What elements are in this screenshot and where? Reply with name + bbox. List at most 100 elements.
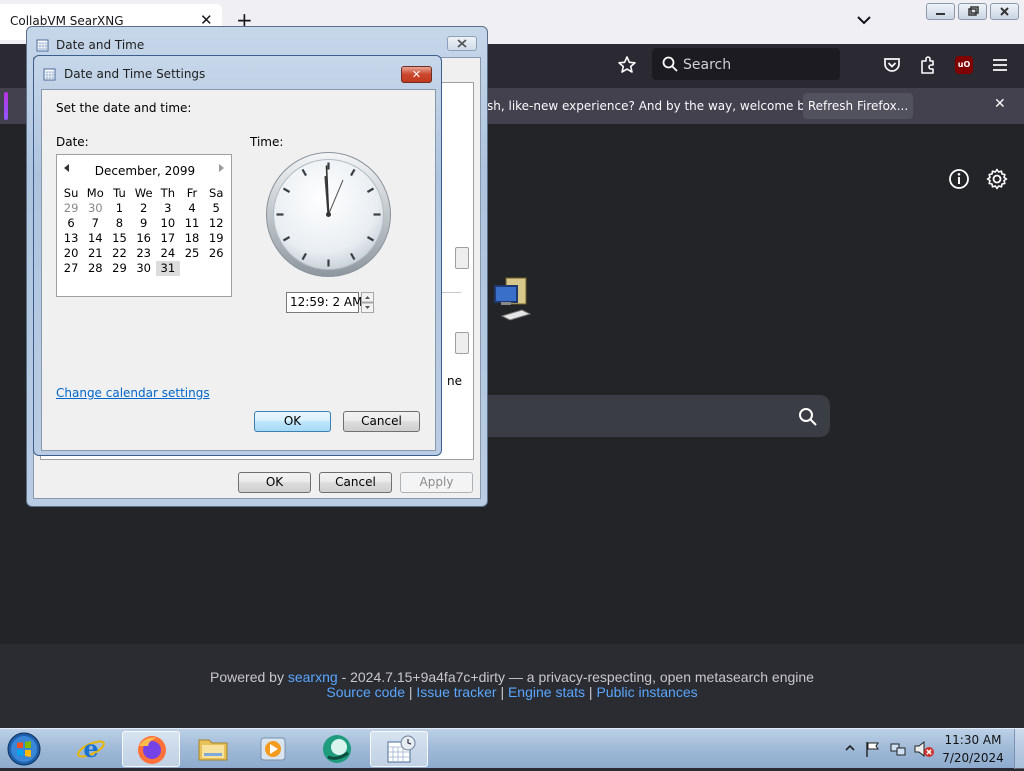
window-restore-button[interactable] — [958, 3, 987, 20]
calendar-day[interactable]: 6 — [59, 216, 83, 231]
calendar-day[interactable]: 9 — [132, 216, 156, 231]
time-input[interactable]: 12:59: 2 AM — [286, 292, 362, 313]
taskbar-media-player[interactable] — [244, 731, 302, 767]
calendar-day[interactable]: 10 — [156, 216, 180, 231]
panel-button-fragment[interactable] — [455, 332, 469, 354]
calendar-empty-cell — [204, 261, 228, 276]
bookmark-star-icon[interactable] — [617, 55, 637, 75]
taskbar-firefox[interactable] — [122, 731, 180, 767]
footer-links: Source code | Issue tracker | Engine sta… — [0, 684, 1024, 700]
cancel-button[interactable]: Cancel — [343, 411, 420, 432]
dialog-body: Set the date and time: Date: Time: Decem… — [41, 89, 436, 451]
calendar-day[interactable]: 25 — [180, 246, 204, 261]
cancel-button[interactable]: Cancel — [319, 472, 392, 493]
notification-close-icon[interactable]: ✕ — [994, 96, 1006, 112]
calendar-day[interactable]: 2 — [132, 201, 156, 216]
internet-explorer-icon: e — [77, 734, 105, 763]
month-calendar[interactable]: December, 2099 Su Mo Tu We Th Fr Sa 29 30 1 2 3 4 5 6 7… — [56, 154, 232, 297]
link-separator: | — [500, 684, 505, 700]
tray-clock-date[interactable]: 7/20/2024 — [938, 751, 1008, 765]
calendar-day[interactable]: 15 — [107, 231, 131, 246]
calendar-day[interactable]: 31 — [155, 261, 180, 276]
change-calendar-settings-link[interactable]: Change calendar settings — [56, 386, 210, 400]
calendar-day[interactable]: 14 — [83, 231, 107, 246]
searxng-link[interactable]: searxng — [288, 669, 338, 685]
weekday-label: Mo — [86, 186, 104, 200]
calendar-day[interactable]: 1 — [107, 201, 131, 216]
calendar-week-row: 13 14 15 16 17 18 19 — [59, 231, 229, 246]
calendar-day[interactable]: 29 — [107, 261, 131, 276]
engine-stats-link[interactable]: Engine stats — [508, 684, 585, 700]
start-button-icon[interactable] — [4, 731, 44, 767]
calendar-day[interactable]: 7 — [83, 216, 107, 231]
public-instances-link[interactable]: Public instances — [596, 684, 697, 700]
notification-accent — [4, 92, 8, 120]
calendar-day[interactable]: 5 — [204, 201, 228, 216]
calendar-day[interactable]: 19 — [204, 231, 228, 246]
weekday-label: Fr — [186, 186, 198, 200]
extensions-puzzle-icon[interactable] — [918, 55, 938, 75]
calendar-day[interactable]: 4 — [180, 201, 204, 216]
chevron-down-icon[interactable] — [856, 12, 872, 28]
tray-clock-time[interactable]: 11:30 AM — [938, 733, 1008, 747]
dialog-close-button[interactable] — [447, 36, 477, 51]
calendar-day[interactable]: 18 — [180, 231, 204, 246]
calendar-day[interactable]: 26 — [204, 246, 228, 261]
info-icon[interactable] — [948, 168, 970, 190]
next-month-arrow-icon[interactable] — [217, 163, 225, 173]
calendar-day[interactable]: 21 — [83, 246, 107, 261]
show-hidden-icons-chevron-icon[interactable] — [843, 742, 857, 754]
calendar-month-year[interactable]: December, 2099 — [57, 164, 233, 178]
browser-search-input[interactable]: Search — [652, 48, 840, 80]
calendar-clock-icon — [43, 68, 56, 81]
analog-clock — [266, 152, 391, 277]
calendar-day[interactable]: 17 — [156, 231, 180, 246]
action-center-flag-icon[interactable] — [864, 740, 882, 758]
dialog-close-button[interactable]: ✕ — [401, 66, 432, 83]
calendar-week-row: 27 28 29 30 31 — [59, 261, 229, 276]
gear-icon[interactable] — [985, 167, 1009, 191]
calendar-day[interactable]: 23 — [132, 246, 156, 261]
panel-button-fragment[interactable] — [455, 247, 469, 269]
calendar-day[interactable]: 24 — [156, 246, 180, 261]
calendar-day[interactable]: 29 — [59, 201, 83, 216]
taskbar-file-explorer[interactable] — [184, 731, 242, 767]
calendar-day[interactable]: 16 — [132, 231, 156, 246]
issue-tracker-link[interactable]: Issue tracker — [416, 684, 496, 700]
calendar-day[interactable]: 30 — [132, 261, 156, 276]
apply-button[interactable]: Apply — [400, 472, 473, 493]
calendar-day[interactable]: 13 — [59, 231, 83, 246]
calendar-day[interactable]: 30 — [83, 201, 107, 216]
searxng-search-input[interactable] — [480, 395, 830, 437]
calendar-day[interactable]: 11 — [180, 216, 204, 231]
ok-button[interactable]: OK — [254, 411, 331, 432]
window-minimize-button[interactable] — [926, 3, 955, 20]
calendar-empty-cell — [180, 261, 204, 276]
time-spin-buttons[interactable] — [361, 292, 374, 313]
calendar-day[interactable]: 3 — [156, 201, 180, 216]
network-icon[interactable] — [889, 740, 907, 758]
calendar-day[interactable]: 27 — [59, 261, 83, 276]
calendar-day[interactable]: 20 — [59, 246, 83, 261]
refresh-firefox-button[interactable]: Refresh Firefox... — [803, 93, 913, 119]
ublock-origin-icon[interactable]: uO — [955, 56, 973, 74]
window-close-button[interactable] — [990, 3, 1019, 20]
taskbar-collabvm[interactable] — [308, 731, 366, 767]
search-icon[interactable] — [798, 407, 818, 427]
hamburger-menu-icon[interactable] — [990, 55, 1010, 75]
folder-icon — [198, 739, 228, 761]
taskbar-date-time[interactable] — [370, 731, 428, 767]
show-desktop-button[interactable] — [1014, 729, 1024, 769]
footer-prefix: Powered by — [210, 669, 284, 685]
taskbar-internet-explorer[interactable]: e — [62, 731, 120, 767]
calendar-day[interactable]: 8 — [107, 216, 131, 231]
calendar-day[interactable]: 12 — [204, 216, 228, 231]
calendar-day[interactable]: 28 — [83, 261, 107, 276]
ok-button[interactable]: OK — [238, 472, 311, 493]
calendar-day[interactable]: 22 — [107, 246, 131, 261]
source-code-link[interactable]: Source code — [326, 684, 405, 700]
volume-muted-icon[interactable] — [913, 739, 935, 759]
link-separator: | — [408, 684, 413, 700]
pocket-icon[interactable] — [882, 55, 902, 75]
partial-label: ne — [447, 374, 462, 388]
